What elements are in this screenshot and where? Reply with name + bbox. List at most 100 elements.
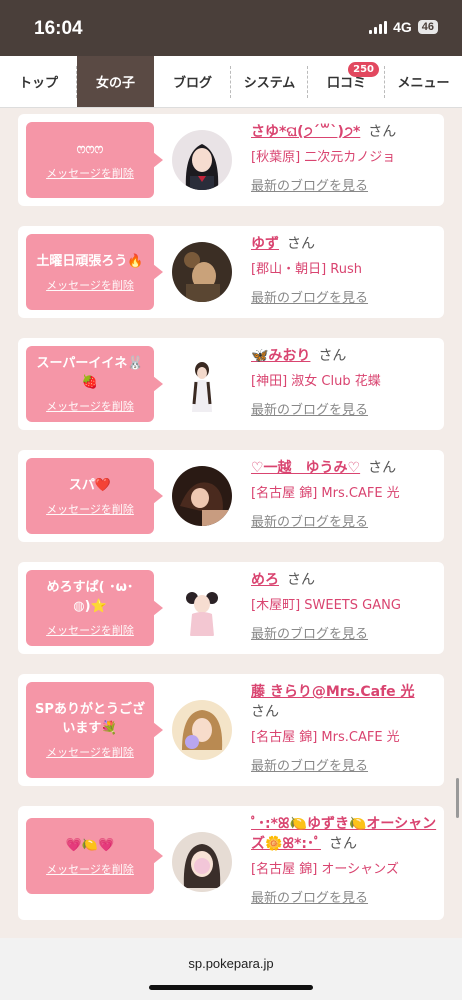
avatar-photo bbox=[172, 242, 232, 302]
girl-info: 藤 きらり@Mrs.Cafe 光さん [名古屋 錦] Mrs.CAFE 光 最新… bbox=[251, 682, 441, 774]
delete-message-link[interactable]: メッセージを削除 bbox=[46, 277, 134, 293]
avatar-photo bbox=[172, 578, 232, 638]
status-indicators: 4G 46 bbox=[369, 19, 438, 35]
message-text: スーパーイイネ🐰🍓 bbox=[36, 356, 144, 390]
latest-blog-link[interactable]: 最新のブログを見る bbox=[251, 287, 441, 306]
avatar[interactable] bbox=[172, 242, 232, 302]
girl-name-link[interactable]: めろ bbox=[251, 572, 279, 588]
honorific: さん bbox=[318, 348, 347, 364]
tab-top[interactable]: トップ bbox=[0, 56, 77, 107]
avatar-photo bbox=[172, 466, 232, 526]
shop-label: [名古屋 錦] Mrs.CAFE 光 bbox=[251, 730, 400, 745]
delete-message-link[interactable]: メッセージを削除 bbox=[46, 165, 134, 181]
avatar[interactable] bbox=[172, 700, 232, 760]
honorific: さん bbox=[368, 124, 397, 140]
delete-message-link[interactable]: メッセージを削除 bbox=[46, 744, 134, 760]
girl-info: さゆ*ଘ(੭ˊ꒳ˋ)੭* さん [秋葉原] 二次元カノジョ 最新のブログを見る bbox=[251, 122, 441, 194]
girl-info: ﾟ･:*ꕤ🍋ゆずき🍋オーシャンズ🌼ꕤ*:･ﾟ さん [名古屋 錦] オーシャンズ … bbox=[251, 814, 441, 906]
tab-label: メニュー bbox=[397, 76, 450, 91]
avatar[interactable] bbox=[172, 578, 232, 638]
tab-label: 女の子 bbox=[95, 76, 135, 91]
shop-label: [秋葉原] 二次元カノジョ bbox=[251, 150, 396, 165]
avatar[interactable] bbox=[172, 466, 232, 526]
girl-info: めろ さん [木屋町] SWEETS GANG 最新のブログを見る bbox=[251, 570, 441, 642]
shop-label: [木屋町] SWEETS GANG bbox=[251, 598, 401, 613]
shop-label: [名古屋 錦] Mrs.CAFE 光 bbox=[251, 486, 400, 501]
tab-label: トップ bbox=[18, 76, 58, 91]
girl-name-link[interactable]: ♡一越 ゆうみ♡ bbox=[251, 460, 360, 476]
honorific: さん bbox=[287, 236, 315, 252]
top-nav: トップ 女の子 ブログ システム 口コミ 250 メニュー bbox=[0, 56, 462, 108]
honorific: さん bbox=[329, 836, 357, 852]
scrollbar[interactable] bbox=[456, 778, 459, 818]
girl-info: ゆず さん [郡山・朝日] Rush 最新のブログを見る bbox=[251, 234, 441, 306]
signal-icon bbox=[369, 20, 388, 34]
latest-blog-link[interactable]: 最新のブログを見る bbox=[251, 755, 441, 774]
avatar[interactable] bbox=[172, 832, 232, 892]
reviews-count-badge: 250 bbox=[348, 62, 379, 77]
honorific: さん bbox=[287, 572, 315, 588]
delete-message-link[interactable]: メッセージを削除 bbox=[46, 501, 134, 517]
shop-label: [神田] 淑女 Club 花蝶 bbox=[251, 374, 381, 389]
list-item: 土曜日頑張ろう🔥 メッセージを削除 ゆず さん [郡山・朝日] Rush 最新のブ… bbox=[18, 226, 444, 318]
girl-name-link[interactable]: ゆず bbox=[251, 236, 279, 252]
message-bubble: ෆෆෆ メッセージを削除 bbox=[26, 122, 163, 198]
list-item: スパ❤️ メッセージを削除 ♡一越 ゆうみ♡ さん [名古屋 錦] Mrs.CAF… bbox=[18, 450, 444, 542]
tab-reviews[interactable]: 口コミ 250 bbox=[308, 56, 385, 107]
delete-message-link[interactable]: メッセージを削除 bbox=[46, 622, 134, 638]
home-indicator[interactable] bbox=[149, 985, 313, 990]
tab-label: システム bbox=[243, 76, 296, 91]
message-bubble: SPありがとうございます💐 メッセージを削除 bbox=[26, 682, 163, 778]
status-bar: 16:04 4G 46 bbox=[0, 0, 462, 56]
latest-blog-link[interactable]: 最新のブログを見る bbox=[251, 623, 441, 642]
message-list: ෆෆෆ メッセージを削除 さゆ*ଘ(੭ˊ꒳ˋ)੭* さん [秋葉原] 二次元カノジ… bbox=[0, 108, 462, 938]
message-bubble: めろすぱ( ･ω･◍)⭐ メッセージを削除 bbox=[26, 570, 163, 646]
url-label[interactable]: sp.pokepara.jp bbox=[0, 938, 462, 971]
girl-name-link[interactable]: 🦋みおり bbox=[251, 348, 310, 364]
latest-blog-link[interactable]: 最新のブログを見る bbox=[251, 399, 441, 418]
status-time: 16:04 bbox=[34, 18, 83, 39]
message-text: ෆෆෆ bbox=[76, 141, 104, 157]
avatar-photo bbox=[172, 354, 232, 414]
message-text: SPありがとうございます💐 bbox=[35, 702, 145, 736]
message-bubble: スパ❤️ メッセージを削除 bbox=[26, 458, 163, 534]
message-text: めろすぱ( ･ω･◍)⭐ bbox=[46, 580, 134, 614]
battery-icon: 46 bbox=[417, 20, 438, 34]
honorific: さん bbox=[368, 460, 397, 476]
message-text: 土曜日頑張ろう🔥 bbox=[36, 253, 144, 269]
latest-blog-link[interactable]: 最新のブログを見る bbox=[251, 511, 441, 530]
tab-system[interactable]: システム bbox=[231, 56, 308, 107]
list-item: ෆෆෆ メッセージを削除 さゆ*ଘ(੭ˊ꒳ˋ)੭* さん [秋葉原] 二次元カノジ… bbox=[18, 114, 444, 206]
avatar-photo bbox=[172, 130, 232, 190]
shop-label: [郡山・朝日] Rush bbox=[251, 262, 362, 277]
latest-blog-link[interactable]: 最新のブログを見る bbox=[251, 887, 441, 906]
avatar-photo bbox=[172, 700, 232, 760]
message-bubble: 土曜日頑張ろう🔥 メッセージを削除 bbox=[26, 234, 163, 310]
avatar[interactable] bbox=[172, 354, 232, 414]
delete-message-link[interactable]: メッセージを削除 bbox=[46, 398, 134, 414]
message-text: 💗🍋💗 bbox=[65, 837, 115, 853]
honorific: さん bbox=[251, 704, 279, 720]
message-text: スパ❤️ bbox=[68, 477, 112, 493]
network-label: 4G bbox=[393, 19, 412, 35]
list-item: 💗🍋💗 メッセージを削除 ﾟ･:*ꕤ🍋ゆずき🍋オーシャンズ🌼ꕤ*:･ﾟ さん [名… bbox=[18, 806, 444, 920]
girl-name-link[interactable]: さゆ*ଘ(੭ˊ꒳ˋ)੭* bbox=[251, 124, 360, 140]
latest-blog-link[interactable]: 最新のブログを見る bbox=[251, 175, 441, 194]
list-item: SPありがとうございます💐 メッセージを削除 藤 きらり@Mrs.Cafe 光さ… bbox=[18, 674, 444, 786]
avatar-photo bbox=[172, 832, 232, 892]
girl-info: ♡一越 ゆうみ♡ さん [名古屋 錦] Mrs.CAFE 光 最新のブログを見る bbox=[251, 458, 441, 530]
delete-message-link[interactable]: メッセージを削除 bbox=[46, 861, 134, 877]
girl-name-link[interactable]: 藤 きらり@Mrs.Cafe 光 bbox=[251, 684, 415, 700]
avatar[interactable] bbox=[172, 130, 232, 190]
message-bubble: スーパーイイネ🐰🍓 メッセージを削除 bbox=[26, 346, 163, 422]
tab-girls[interactable]: 女の子 bbox=[77, 56, 154, 107]
list-item: めろすぱ( ･ω･◍)⭐ メッセージを削除 めろ さん [木屋町] SWEETS … bbox=[18, 562, 444, 654]
message-bubble: 💗🍋💗 メッセージを削除 bbox=[26, 818, 163, 894]
girl-info: 🦋みおり さん [神田] 淑女 Club 花蝶 最新のブログを見る bbox=[251, 346, 441, 418]
tab-menu[interactable]: メニュー bbox=[385, 56, 462, 107]
tab-blog[interactable]: ブログ bbox=[154, 56, 231, 107]
list-item: スーパーイイネ🐰🍓 メッセージを削除 🦋みおり さん [神田] 淑女 Club 花… bbox=[18, 338, 444, 430]
browser-footer: sp.pokepara.jp bbox=[0, 938, 462, 1000]
tab-label: ブログ bbox=[172, 76, 212, 91]
shop-label: [名古屋 錦] オーシャンズ bbox=[251, 862, 399, 877]
